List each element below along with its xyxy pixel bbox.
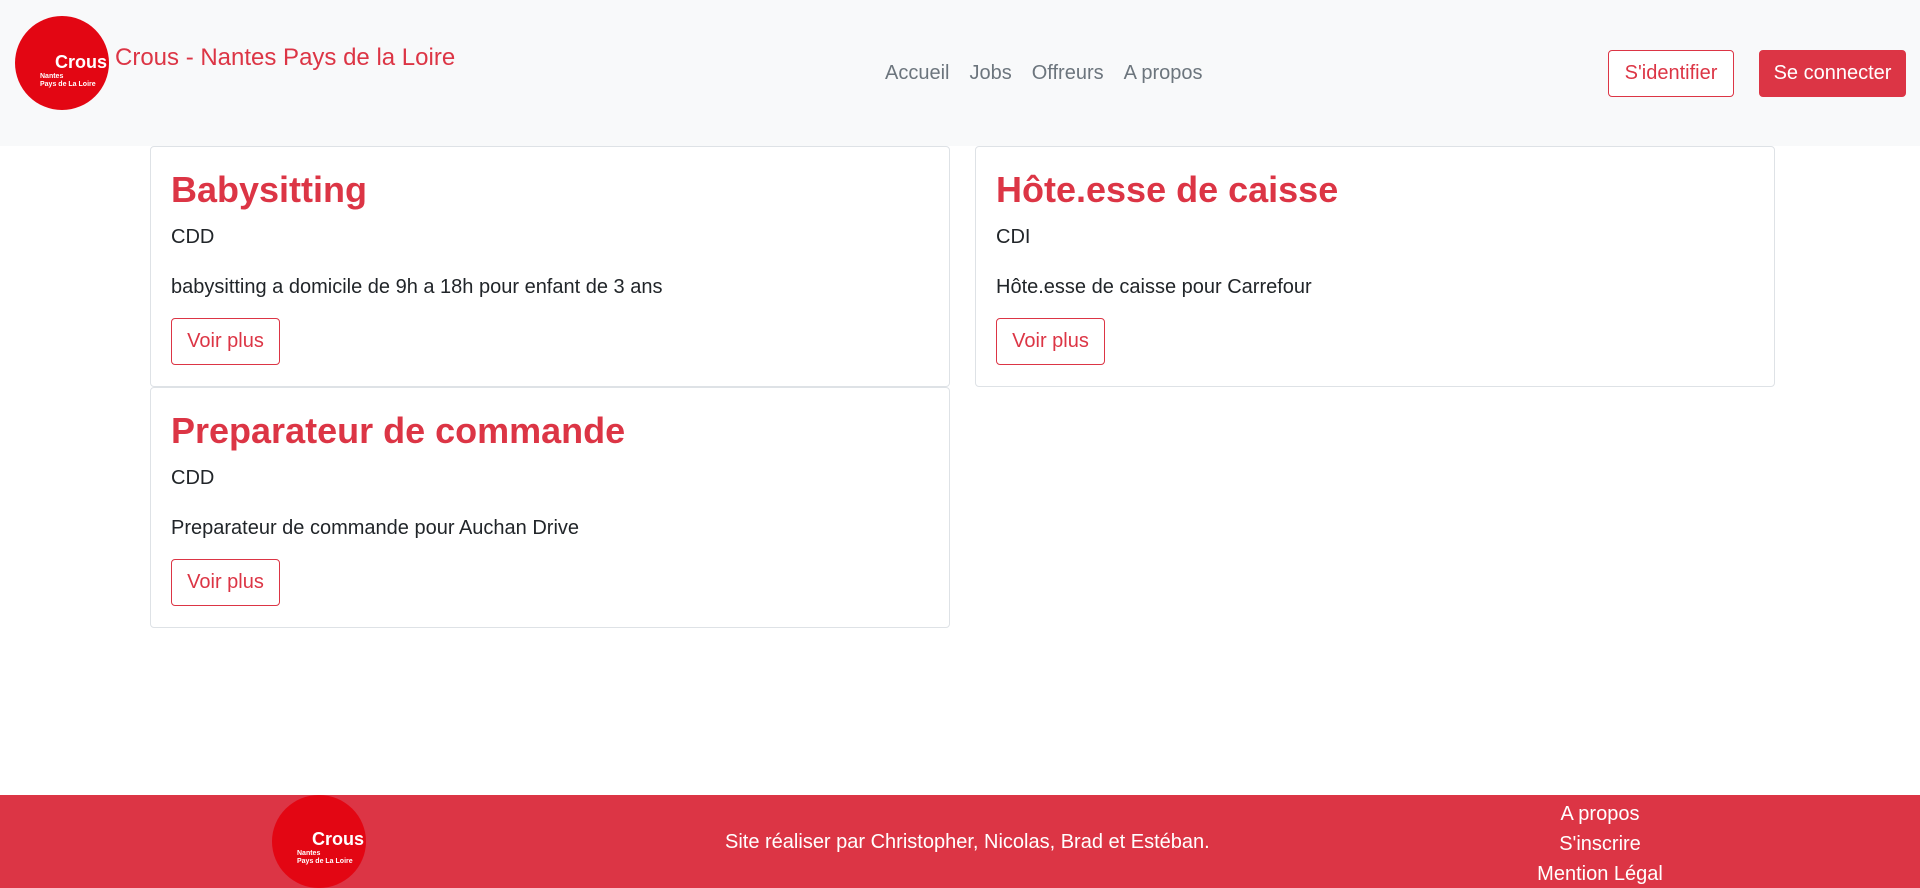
view-more-button[interactable]: Voir plus [171,318,280,365]
nav-link-accueil[interactable]: Accueil [885,62,949,85]
footer-logo-subtitle-line-1: Nantes [297,850,321,857]
footer-link-inscrire[interactable]: S'inscrire [1559,829,1641,859]
job-title: Preparateur de commande [171,410,626,451]
footer-logo-wordmark: Crous [312,829,365,849]
job-title: Hôte.esse de caisse [996,169,1339,210]
job-contract-type: CDD [171,226,215,248]
view-more-button[interactable]: Voir plus [996,318,1105,365]
nav-link-a-propos[interactable]: A propos [1124,62,1203,85]
footer-credit: Site réaliser par Christopher, Nicolas, … [725,831,1210,853]
job-card: Preparateur de commande CDD Preparateur … [150,387,950,628]
logo-wordmark: Crous [55,52,108,72]
footer-crous-logo: Crous Nantes Pays de La Loire [272,795,366,888]
footer-link-a-propos[interactable]: A propos [1561,799,1640,829]
logo-subtitle: Nantes Pays de La Loire [40,73,96,89]
login-button[interactable]: S'identifier [1608,50,1734,97]
job-card: Babysitting CDD babysitting a domicile d… [150,146,950,387]
job-card: Hôte.esse de caisse CDI Hôte.esse de cai… [975,146,1775,387]
job-contract-type: CDI [996,226,1031,248]
nav-link-jobs[interactable]: Jobs [969,62,1011,85]
job-description: babysitting a domicile de 9h a 18h pour … [171,276,663,298]
job-description: Preparateur de commande pour Auchan Driv… [171,517,580,539]
signup-button[interactable]: Se connecter [1759,50,1906,97]
nav-link-offreurs[interactable]: Offreurs [1032,62,1104,85]
logo-subtitle-line-1: Nantes [40,73,64,80]
footer: Crous Nantes Pays de La Loire Site réali… [0,795,1920,888]
navbar: Crous Nantes Pays de La Loire Crous - Na… [0,0,1920,146]
main-nav: Accueil Jobs Offreurs A propos [885,62,1203,85]
footer-links: A propos S'inscrire Mention Légal [1500,799,1700,888]
footer-logo-subtitle: Nantes Pays de La Loire [297,850,353,866]
job-contract-type: CDD [171,467,215,489]
site-brand[interactable]: Crous - Nantes Pays de la Loire [115,44,455,72]
footer-logo-subtitle-line-2: Pays de La Loire [297,858,353,866]
crous-logo[interactable]: Crous Nantes Pays de La Loire [15,16,109,110]
logo-subtitle-line-2: Pays de La Loire [40,81,96,89]
footer-link-mention-legal[interactable]: Mention Légal [1537,859,1663,888]
view-more-button[interactable]: Voir plus [171,559,280,606]
job-description: Hôte.esse de caisse pour Carrefour [996,276,1312,298]
job-title: Babysitting [171,169,368,210]
